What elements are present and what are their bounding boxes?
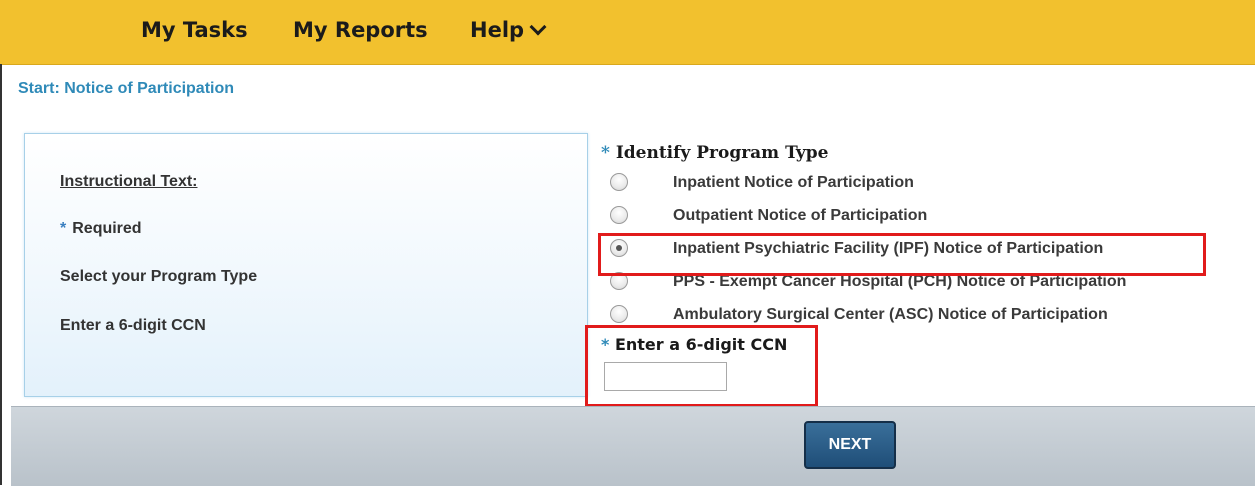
required-label: Required [72,220,142,237]
instructional-heading: Instructional Text: [60,173,198,190]
next-button[interactable]: NEXT [804,421,896,469]
instruction-program-type: Select your Program Type [60,268,258,285]
required-note: * Required [60,220,142,238]
radio-button[interactable] [610,305,628,323]
chevron-down-icon [529,18,547,36]
nav-help[interactable]: Help [470,18,547,42]
nav-help-label: Help [470,18,525,42]
highlight-box-ccn [585,325,818,407]
top-nav: My Tasks My Reports Help [0,0,1255,65]
instructional-panel: Instructional Text: * Required Select you… [24,133,588,397]
radio-label: Inpatient Notice of Participation [673,174,914,191]
radio-button[interactable] [610,206,628,224]
footer-bar [11,406,1255,486]
radio-option-inpatient[interactable]: Inpatient Notice of Participation [610,173,1250,195]
program-type-title-text: Identify Program Type [615,143,829,163]
radio-option-outpatient[interactable]: Outpatient Notice of Participation [610,206,1250,228]
nav-my-reports[interactable]: My Reports [293,18,428,42]
breadcrumb: Start: Notice of Participation [18,80,235,97]
required-star: * [601,143,610,163]
radio-label: Outpatient Notice of Participation [673,207,928,224]
left-border [0,64,2,485]
program-type-title: * Identify Program Type [601,143,828,163]
instruction-ccn: Enter a 6-digit CCN [60,317,206,334]
radio-button[interactable] [610,173,628,191]
radio-option-asc[interactable]: Ambulatory Surgical Center (ASC) Notice … [610,305,1250,327]
highlight-box-ipf [598,233,1206,276]
required-star: * [60,220,67,237]
radio-label: Ambulatory Surgical Center (ASC) Notice … [673,306,1108,323]
nav-my-tasks[interactable]: My Tasks [141,18,248,42]
